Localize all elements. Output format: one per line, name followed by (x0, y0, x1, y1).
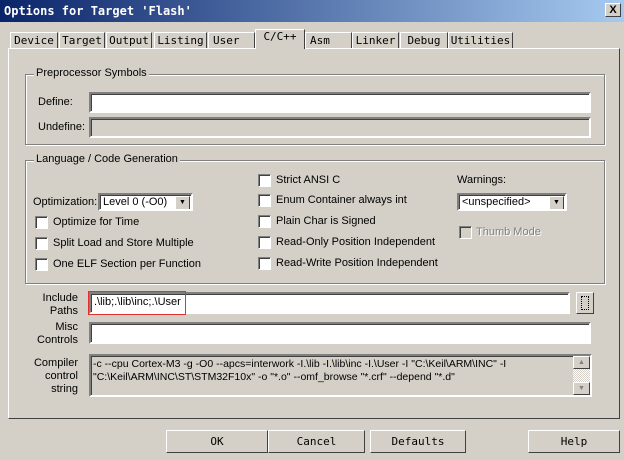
optimization-select[interactable]: Level 0 (-O0) ▼ (98, 193, 193, 211)
scrollbar[interactable]: ▲ ▼ (573, 356, 590, 395)
tab-debug[interactable]: Debug (400, 32, 448, 49)
compiler-string-label: Compiler control string (20, 357, 78, 396)
ellipsis-icon (581, 296, 589, 310)
one-elf-label: One ELF Section per Function (53, 258, 201, 270)
ro-pi-label: Read-Only Position Independent (276, 236, 435, 248)
tab-c-cpp[interactable]: C/C++ (255, 29, 305, 49)
close-button[interactable]: X (605, 3, 621, 17)
browse-button[interactable] (576, 292, 594, 314)
strict-ansi-label: Strict ANSI C (276, 174, 341, 186)
optimize-time-checkbox[interactable] (35, 216, 48, 229)
strict-ansi-checkbox[interactable] (258, 174, 271, 187)
optimization-value: Level 0 (-O0) (103, 196, 168, 208)
tab-target[interactable]: Target (59, 32, 105, 49)
tab-utilities[interactable]: Utilities (448, 32, 513, 49)
split-load-checkbox[interactable] (35, 237, 48, 250)
ok-button[interactable]: OK (166, 430, 268, 453)
compiler-line-1: -c --cpu Cortex-M3 -g -O0 --apcs=interwo… (93, 358, 507, 370)
enum-int-checkbox[interactable] (258, 194, 271, 207)
optimize-time-label: Optimize for Time (53, 216, 140, 228)
misc-label-line1: Misc (55, 321, 78, 333)
tab-listing[interactable]: Listing (154, 32, 207, 49)
compiler-label-line1: Compiler (33, 357, 78, 369)
chevron-down-icon[interactable]: ▼ (175, 196, 190, 209)
window-title: Options for Target 'Flash' (4, 4, 192, 18)
misc-controls-input[interactable] (89, 322, 591, 344)
plain-char-checkbox[interactable] (258, 215, 271, 228)
misc-controls-label: Misc Controls (30, 321, 78, 347)
include-label-line2: Paths (49, 305, 78, 317)
warnings-value: <unspecified> (462, 196, 531, 208)
tab-linker[interactable]: Linker (352, 32, 399, 49)
thumb-mode-label: Thumb Mode (476, 226, 541, 238)
compiler-label-line2: control (44, 370, 78, 382)
tab-device[interactable]: Device (10, 32, 58, 49)
preprocessor-legend: Preprocessor Symbols (34, 67, 149, 79)
rw-pi-label: Read-Write Position Independent (276, 257, 438, 269)
compiler-line-2: "C:\Keil\ARM\INC\ST\STM32F10x" -o "*.o" … (93, 371, 455, 383)
cancel-button[interactable]: Cancel (268, 430, 365, 453)
tab-asm[interactable]: Asm (305, 32, 352, 49)
compiler-label-line3: string (51, 383, 78, 395)
define-input[interactable] (89, 92, 591, 113)
title-bar: Options for Target 'Flash' (0, 0, 624, 22)
ro-pi-checkbox[interactable] (258, 236, 271, 249)
split-load-label: Split Load and Store Multiple (53, 237, 194, 249)
one-elf-checkbox[interactable] (35, 258, 48, 271)
define-label: Define: (38, 96, 73, 108)
chevron-down-icon[interactable]: ▼ (549, 196, 564, 209)
defaults-button[interactable]: Defaults (370, 430, 466, 453)
enum-int-label: Enum Container always int (276, 194, 407, 206)
optimization-label: Optimization: (33, 196, 98, 208)
undefine-input[interactable] (89, 117, 591, 138)
plain-char-label: Plain Char is Signed (276, 215, 376, 227)
compiler-string-box[interactable]: -c --cpu Cortex-M3 -g -O0 --apcs=interwo… (89, 354, 592, 397)
misc-label-line2: Controls (37, 334, 78, 346)
scroll-down-icon[interactable]: ▼ (573, 382, 590, 395)
include-label-line1: Include (42, 292, 78, 304)
help-button[interactable]: Help (528, 430, 620, 453)
scroll-up-icon[interactable]: ▲ (573, 356, 590, 369)
undefine-label: Undefine: (38, 121, 86, 133)
warnings-select[interactable]: <unspecified> ▼ (457, 193, 567, 211)
warnings-label: Warnings: (457, 174, 507, 186)
highlight-box (88, 291, 186, 315)
language-legend: Language / Code Generation (34, 153, 180, 165)
tab-output[interactable]: Output (106, 32, 152, 49)
thumb-mode-checkbox[interactable] (459, 226, 472, 239)
tab-user[interactable]: User (208, 32, 255, 49)
rw-pi-checkbox[interactable] (258, 257, 271, 270)
include-paths-label: Include Paths (30, 292, 78, 318)
